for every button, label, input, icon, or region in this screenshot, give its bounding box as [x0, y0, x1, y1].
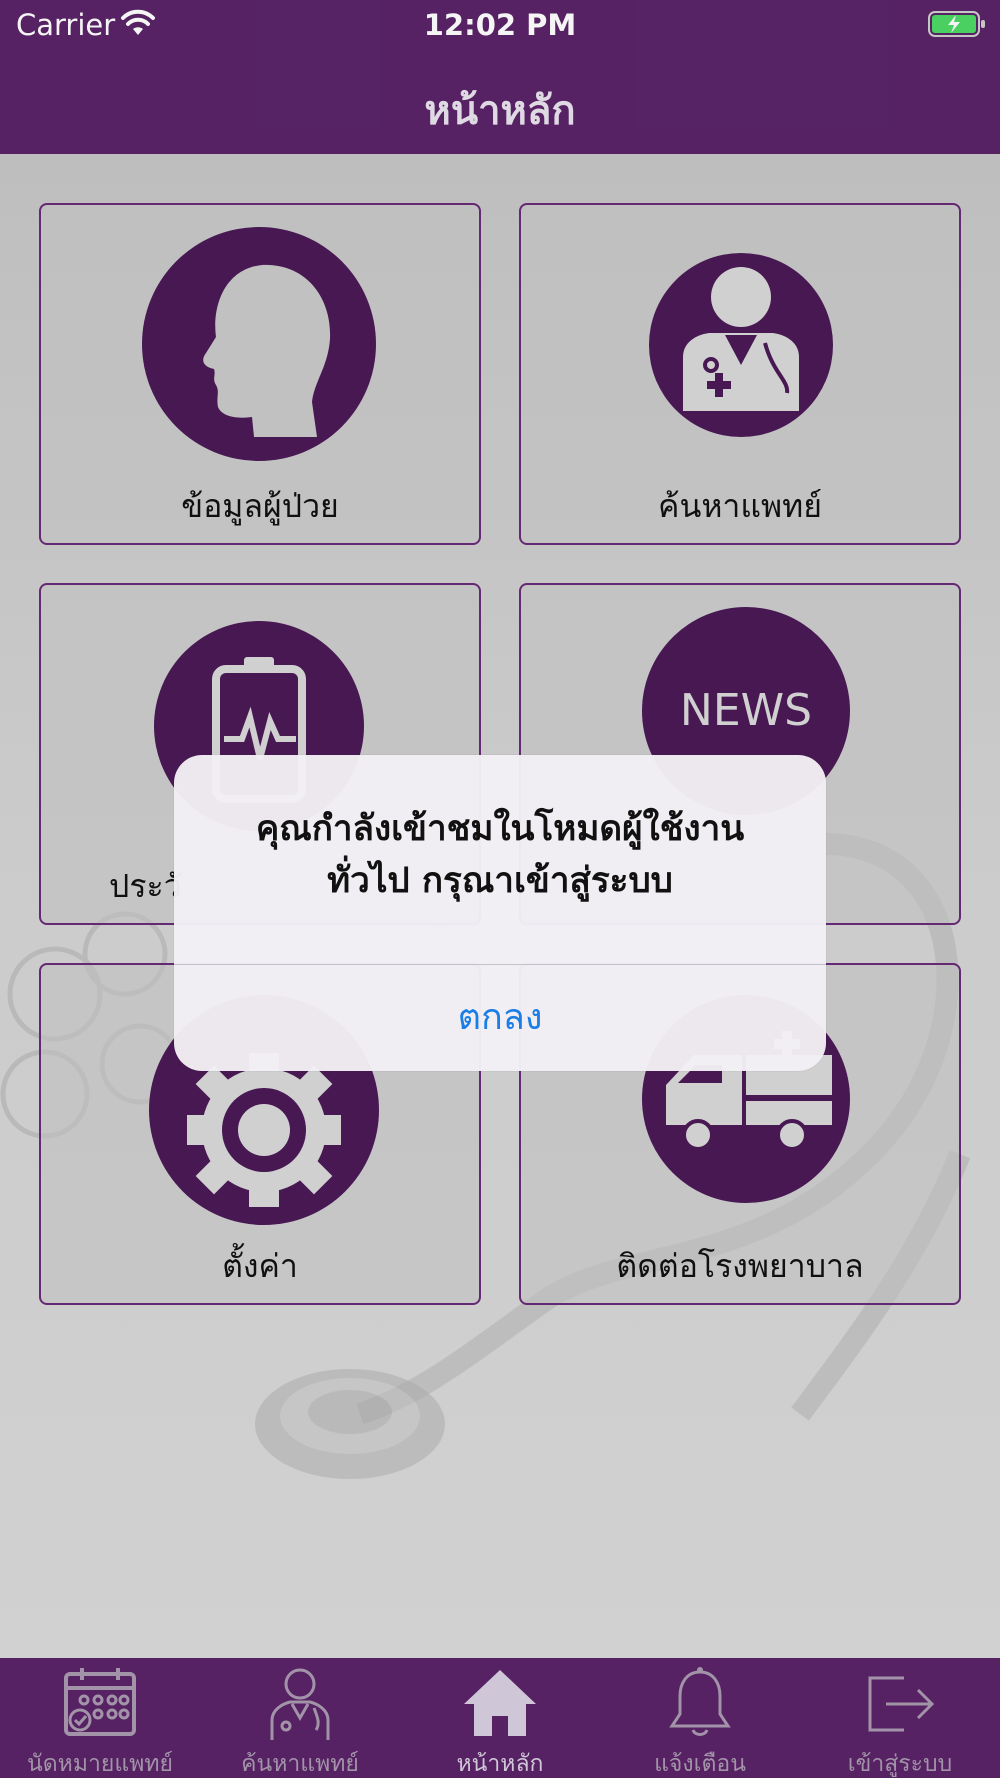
alert-dialog: คุณกำลังเข้าชมในโหมดผู้ใช้งาน ทั่วไป กรุ… — [174, 755, 826, 1071]
alert-message: คุณกำลังเข้าชมในโหมดผู้ใช้งาน ทั่วไป กรุ… — [194, 803, 806, 907]
alert-message-line-2: ทั่วไป กรุณาเข้าสู่ระบบ — [327, 861, 673, 901]
alert-message-line-1: คุณกำลังเข้าชมในโหมดผู้ใช้งาน — [255, 809, 745, 849]
ok-button[interactable]: ตกลง — [174, 965, 826, 1071]
